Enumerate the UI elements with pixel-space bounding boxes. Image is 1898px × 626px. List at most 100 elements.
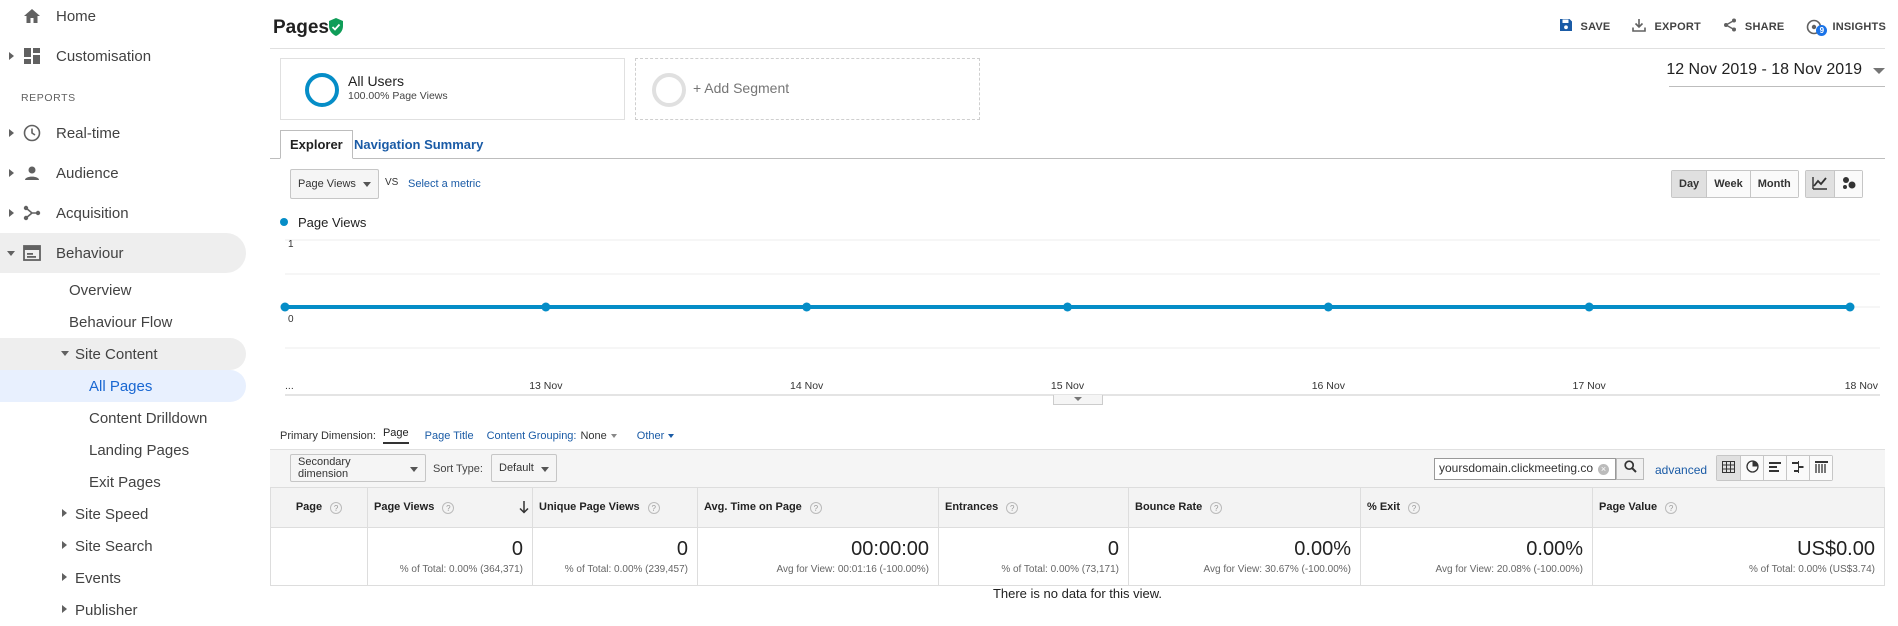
nav-site-content[interactable]: Site Content bbox=[75, 338, 158, 370]
expand-caret-icon bbox=[9, 129, 14, 137]
nav-content-drilldown[interactable]: Content Drilldown bbox=[89, 402, 207, 434]
expand-caret-icon bbox=[62, 573, 67, 581]
comparison-view-button[interactable] bbox=[1786, 456, 1809, 480]
nav-events[interactable]: Events bbox=[75, 562, 121, 594]
nav-behaviour-label: Behaviour bbox=[56, 244, 124, 262]
nav-site-search[interactable]: Site Search bbox=[75, 530, 153, 562]
x-tick-label: 13 Nov bbox=[529, 380, 563, 392]
term-cloud-view-button[interactable] bbox=[1809, 456, 1832, 480]
pivot-icon bbox=[1814, 460, 1828, 476]
percentage-view-button[interactable] bbox=[1740, 456, 1763, 480]
content-grouping-value[interactable]: None bbox=[580, 430, 606, 442]
dropdown-caret-icon bbox=[410, 467, 418, 472]
select-metric-link[interactable]: Select a metric bbox=[408, 178, 481, 190]
table-controls-bar: Secondary dimension Sort Type: Default y… bbox=[270, 449, 1885, 487]
column-header-page-value[interactable]: Page Value? bbox=[1592, 487, 1885, 528]
help-icon[interactable]: ? bbox=[1665, 501, 1678, 514]
nav-site-speed[interactable]: Site Speed bbox=[75, 498, 148, 530]
line-chart-button[interactable] bbox=[1806, 171, 1834, 197]
chart-resize-handle[interactable] bbox=[1053, 395, 1103, 405]
table-view-buttons bbox=[1716, 455, 1833, 481]
legend-swatch bbox=[280, 218, 288, 226]
save-label: SAVE bbox=[1580, 20, 1611, 33]
add-segment-label: + Add Segment bbox=[693, 80, 790, 96]
column-header-exit[interactable]: % Exit? bbox=[1360, 487, 1593, 528]
sort-type-select[interactable]: Default bbox=[491, 454, 557, 482]
day-button[interactable]: Day bbox=[1672, 171, 1707, 197]
date-range[interactable]: 12 Nov 2019 - 18 Nov 2019 bbox=[1666, 61, 1862, 79]
dimension-other[interactable]: Other bbox=[637, 430, 665, 442]
share-button[interactable]: SHARE bbox=[1723, 18, 1785, 35]
collapse-caret-icon bbox=[61, 351, 69, 356]
search-button[interactable] bbox=[1616, 458, 1644, 480]
week-button[interactable]: Week bbox=[1706, 171, 1750, 197]
data-point bbox=[541, 302, 551, 312]
share-label: SHARE bbox=[1744, 20, 1785, 33]
y-tick-label: 0 bbox=[288, 314, 294, 325]
table-filter-value: yoursdomain.clickmeeting.co bbox=[1439, 461, 1594, 475]
metric-select-value: Page Views bbox=[298, 178, 356, 190]
help-icon[interactable]: ? bbox=[1006, 501, 1019, 514]
data-point bbox=[1845, 302, 1855, 312]
column-header-page-views[interactable]: Page Views? bbox=[367, 487, 533, 528]
nav-behaviour-flow[interactable]: Behaviour Flow bbox=[69, 306, 172, 338]
help-icon[interactable]: ? bbox=[809, 501, 822, 514]
data-point bbox=[1063, 302, 1072, 312]
month-button[interactable]: Month bbox=[1749, 171, 1798, 197]
content-grouping-label[interactable]: Content Grouping: bbox=[487, 430, 577, 442]
tab-navigation-summary[interactable]: Navigation Summary bbox=[345, 130, 492, 159]
save-button[interactable]: SAVE bbox=[1559, 18, 1611, 35]
secondary-dimension-label: Secondary dimension bbox=[298, 456, 351, 480]
table-filter-input[interactable]: yoursdomain.clickmeeting.co bbox=[1434, 458, 1616, 480]
data-table-view-button[interactable] bbox=[1717, 456, 1740, 480]
nav-publisher[interactable]: Publisher bbox=[75, 594, 138, 626]
secondary-dimension-select[interactable]: Secondary dimension bbox=[290, 454, 426, 482]
column-header-bounce-rate[interactable]: Bounce Rate? bbox=[1128, 487, 1361, 528]
motion-chart-button[interactable] bbox=[1834, 171, 1862, 197]
nav-acquisition-label: Acquisition bbox=[56, 204, 129, 222]
dimension-page-title[interactable]: Page Title bbox=[425, 430, 474, 442]
nav-all-pages[interactable]: All Pages bbox=[89, 370, 152, 402]
nav-exit-pages[interactable]: Exit Pages bbox=[89, 466, 161, 498]
tab-explorer[interactable]: Explorer bbox=[280, 130, 353, 159]
help-icon[interactable]: ? bbox=[1210, 501, 1223, 514]
export-button[interactable]: EXPORT bbox=[1632, 18, 1701, 35]
nav-landing-pages[interactable]: Landing Pages bbox=[89, 434, 189, 466]
metric-select[interactable]: Page Views bbox=[290, 169, 379, 199]
expand-caret-icon bbox=[62, 541, 67, 549]
dropdown-caret-icon bbox=[668, 433, 675, 438]
date-underline bbox=[1669, 86, 1885, 87]
expand-caret-icon bbox=[62, 605, 67, 613]
totals-cell: 0.00% Avg for View: 20.08% (-100.00%) bbox=[1360, 527, 1593, 586]
dimension-page[interactable]: Page bbox=[382, 427, 409, 444]
help-icon[interactable]: ? bbox=[330, 501, 343, 514]
page-title: Pages bbox=[273, 17, 329, 38]
performance-view-button[interactable] bbox=[1763, 456, 1786, 480]
segment-subtitle: 100.00% Page Views bbox=[348, 90, 448, 102]
behaviour-icon bbox=[22, 243, 42, 263]
resize-caret-icon bbox=[1074, 397, 1082, 401]
clear-filter-icon[interactable]: × bbox=[1598, 464, 1609, 475]
totals-cell: 0% of Total: 0.00% (364,371) bbox=[367, 527, 533, 586]
help-icon[interactable]: ? bbox=[1408, 501, 1421, 514]
column-header-unique-page-views[interactable]: Unique Page Views? bbox=[532, 487, 698, 528]
vs-label: VS bbox=[385, 177, 399, 188]
x-tick-label: 17 Nov bbox=[1573, 380, 1607, 392]
advanced-filter-link[interactable]: advanced bbox=[1655, 463, 1707, 477]
help-icon[interactable]: ? bbox=[442, 501, 455, 514]
column-header-avg-time-on-page[interactable]: Avg. Time on Page? bbox=[697, 487, 939, 528]
nav-overview[interactable]: Overview bbox=[69, 274, 132, 306]
help-icon[interactable]: ? bbox=[647, 501, 660, 514]
date-dropdown-caret-icon[interactable] bbox=[1873, 68, 1885, 74]
insights-badge: 9 bbox=[1816, 24, 1828, 36]
x-tick-label: 14 Nov bbox=[790, 380, 824, 392]
expand-caret-icon bbox=[9, 52, 14, 60]
line-chart: 1 0 ... 13 Nov 14 Nov 15 Nov 16 Nov 17 Nov 18 N… bbox=[280, 215, 1880, 396]
segment-all-users[interactable]: All Users 100.00% Page Views bbox=[280, 58, 625, 120]
column-header-entrances[interactable]: Entrances? bbox=[938, 487, 1129, 528]
column-header-page[interactable]: Page? bbox=[270, 487, 368, 528]
dropdown-caret-icon bbox=[541, 467, 549, 472]
add-segment-button[interactable]: + Add Segment bbox=[635, 58, 980, 120]
insights-button[interactable]: 9 INSIGHTS bbox=[1806, 18, 1886, 36]
primary-dimension-label: Primary Dimension: bbox=[280, 429, 376, 442]
